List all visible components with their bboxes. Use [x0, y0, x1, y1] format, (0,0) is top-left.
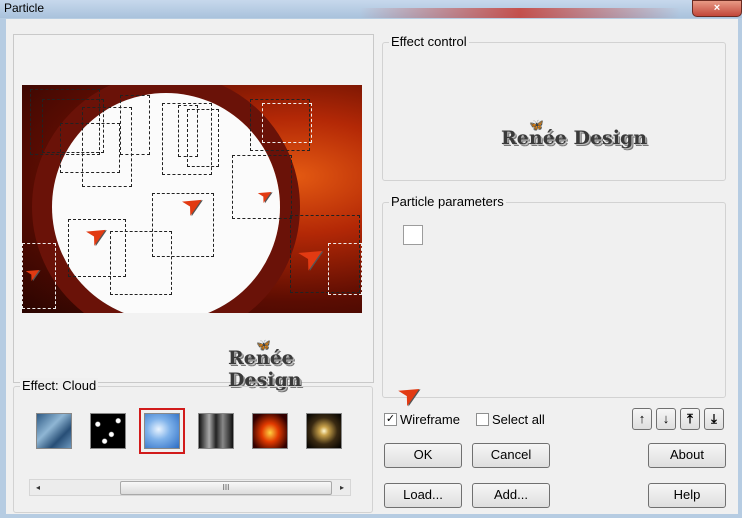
about-button[interactable]: About — [648, 443, 726, 468]
scroll-right-icon[interactable]: ▸ — [334, 480, 350, 495]
particle-wireframe[interactable] — [120, 95, 150, 155]
select-all-checkbox[interactable] — [476, 412, 489, 426]
title-bar-glow — [360, 8, 680, 18]
effect-control-panel: Effect control Renée Design 🦋 — [382, 34, 726, 181]
particle-dialog: Particle × ➤ ➤ ➤ ➤ ➤ Renée Design 🦋 Effe… — [0, 0, 742, 518]
move-down-button[interactable]: ↓ — [656, 408, 676, 430]
thumb-gray-smoke[interactable] — [198, 413, 234, 449]
close-button[interactable]: × — [692, 0, 742, 17]
particle-wireframe[interactable] — [187, 109, 219, 167]
particle-wireframe[interactable] — [262, 103, 312, 143]
thumb-blue-texture[interactable] — [36, 413, 72, 449]
preview-image[interactable]: ➤ ➤ ➤ ➤ ➤ — [22, 85, 362, 313]
butterfly-icon: 🦋 — [529, 118, 544, 132]
move-bottom-button[interactable]: ⤓ — [704, 408, 724, 430]
select-all-option[interactable]: Select all — [476, 411, 545, 427]
scroll-left-icon[interactable]: ◂ — [30, 480, 46, 495]
thumb-fire[interactable] — [252, 413, 288, 449]
effect-group: Effect: Cloud ◂ III ▸ — [13, 378, 373, 513]
particle-wireframe[interactable] — [328, 243, 362, 295]
ok-button[interactable]: OK — [384, 443, 462, 468]
select-all-label: Select all — [492, 411, 545, 427]
thumb-starburst[interactable] — [306, 413, 342, 449]
load-button[interactable]: Load... — [384, 483, 462, 508]
watermark-logo: Renée Design 🦋 — [228, 338, 302, 391]
wireframe-checkbox[interactable]: ✓ — [384, 412, 397, 426]
help-button[interactable]: Help — [648, 483, 726, 508]
scrollbar-thumb[interactable]: III — [120, 481, 332, 495]
thumb-black-dots[interactable] — [90, 413, 126, 449]
preview-panel: ➤ ➤ ➤ ➤ ➤ Renée Design 🦋 — [13, 34, 374, 391]
particle-parameters-label: Particle parameters — [389, 194, 506, 209]
effect-control-label: Effect control — [389, 34, 469, 49]
move-top-button[interactable]: ⤒ — [680, 408, 700, 430]
title-bar: Particle × — [0, 0, 742, 18]
effect-label: Effect: Cloud — [20, 378, 99, 393]
move-up-button[interactable]: ↑ — [632, 408, 652, 430]
add-button[interactable]: Add... — [472, 483, 550, 508]
wireframe-label: Wireframe — [400, 411, 460, 427]
particle-parameters-panel: Particle parameters — [382, 194, 726, 398]
window-title: Particle — [4, 1, 45, 15]
particle-wireframe[interactable] — [110, 231, 172, 295]
thumb-cloud[interactable] — [139, 408, 185, 454]
cancel-button[interactable]: Cancel — [472, 443, 550, 468]
butterfly-icon: 🦋 — [256, 338, 271, 352]
particle-color-swatch[interactable] — [403, 225, 423, 245]
wireframe-option[interactable]: ✓ Wireframe — [384, 411, 460, 427]
dialog-client-area: ➤ ➤ ➤ ➤ ➤ Renée Design 🦋 Effect: Cloud ◂… — [6, 19, 738, 514]
watermark-logo: Renée Design 🦋 — [501, 118, 648, 149]
effect-scrollbar[interactable]: ◂ III ▸ — [29, 479, 351, 496]
